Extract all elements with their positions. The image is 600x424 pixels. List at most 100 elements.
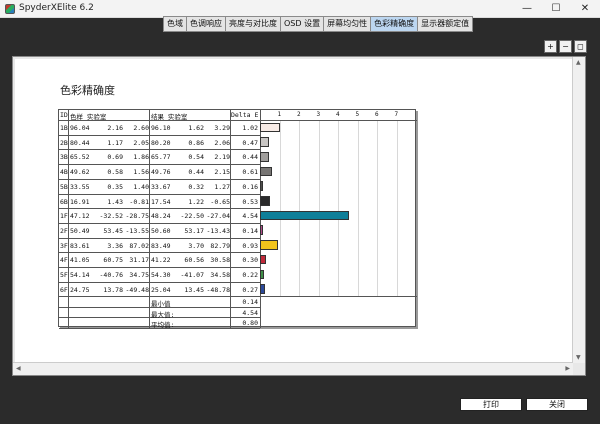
chart-tick-label: 7 <box>394 111 399 118</box>
result-lab-value: 49.76 <box>151 168 171 177</box>
delta-e-bar <box>260 225 263 236</box>
zoom-out-icon: − <box>562 42 569 51</box>
row-divider <box>59 149 260 151</box>
report-tabs: 色域 色调响应 亮度与对比度 OSD 设置 屏幕均匀性 色彩精确度 显示器额定值 <box>163 16 474 32</box>
result-lab-value: 0.32 <box>188 182 204 191</box>
print-button[interactable]: 打印 <box>460 398 522 411</box>
tab-2[interactable]: 亮度与对比度 <box>225 16 280 32</box>
result-lab-value: 0.44 <box>188 168 204 177</box>
result-lab-value: 30.58 <box>210 256 230 265</box>
row-id: 4F <box>60 256 68 265</box>
result-lab-value: -27.04 <box>206 212 230 221</box>
header-divider <box>59 120 417 121</box>
scroll-down-icon[interactable]: ▼ <box>576 354 581 361</box>
delta-e-value: 4.54 <box>242 212 258 221</box>
scroll-left-icon[interactable]: ◀ <box>16 365 21 372</box>
row-id: 5F <box>60 271 68 279</box>
result-lab-value: 25.04 <box>151 285 171 294</box>
chart-tick-label: 4 <box>336 111 340 118</box>
chart-grid-line <box>396 120 398 297</box>
result-lab-value: -0.65 <box>210 197 230 206</box>
summary-label: 最大值: <box>151 310 175 319</box>
result-lab-value: -48.78 <box>206 285 230 294</box>
delta-e-bar <box>260 137 270 147</box>
zoom-fit-button[interactable]: ◻ <box>574 40 587 53</box>
chart-tick-label: 1 <box>277 111 282 118</box>
result-lab-value: 80.20 <box>151 138 171 147</box>
row-divider <box>59 178 260 180</box>
result-lab-value: 2.15 <box>214 168 230 177</box>
scroll-up-icon[interactable]: ▲ <box>576 59 581 66</box>
ref-lab-value: 0.69 <box>107 153 123 162</box>
ref-lab-value: 53.45 <box>103 226 123 235</box>
minimize-button[interactable]: — <box>513 0 541 18</box>
result-lab-value: 17.54 <box>151 197 171 206</box>
horizontal-scrollbar[interactable]: ◀ ▶ <box>13 362 573 375</box>
row-id: 2F <box>60 226 68 235</box>
ref-lab-value: -0.81 <box>129 197 149 206</box>
delta-e-bar <box>260 166 272 177</box>
ref-lab-value: 83.61 <box>70 241 90 250</box>
delta-e-bar <box>260 151 269 162</box>
result-lab-value: 2.19 <box>214 153 230 162</box>
vertical-scrollbar[interactable]: ▲ ▼ <box>572 57 585 363</box>
ref-lab-value: 60.75 <box>103 256 123 265</box>
result-lab-value: 54.30 <box>151 271 171 279</box>
ref-lab-value: 49.62 <box>70 168 90 177</box>
tab-5[interactable]: 色彩精确度 <box>370 16 418 32</box>
zoom-in-button[interactable]: + <box>544 40 557 53</box>
chart-grid-line <box>357 120 359 297</box>
delta-e-value: 1.02 <box>242 124 258 132</box>
tab-4[interactable]: 屏幕均匀性 <box>323 16 371 32</box>
chart-grid-line <box>338 120 339 297</box>
report-page: 色彩精确度 1 2 3 4 5 6 7 ID 色样 实验室 结果 实验室 Delta E 1B 96.0… <box>15 59 572 362</box>
close-button[interactable]: 关闭 <box>526 398 588 411</box>
delta-e-bar <box>260 269 265 280</box>
result-lab-value: -13.43 <box>206 226 230 235</box>
scroll-right-icon[interactable]: ▶ <box>565 365 570 372</box>
tab-3[interactable]: OSD 设置 <box>280 16 324 32</box>
ref-lab-value: 3.36 <box>107 241 123 250</box>
zoom-out-button[interactable]: − <box>559 40 572 53</box>
ref-lab-value: 50.49 <box>70 226 90 235</box>
chart-grid-line <box>299 120 300 297</box>
delta-e-bar <box>260 196 271 206</box>
row-divider <box>59 193 260 195</box>
ref-lab-value: 1.17 <box>107 138 123 147</box>
row-divider <box>59 281 260 283</box>
result-lab-value: 33.67 <box>151 182 171 191</box>
app-logo-icon <box>5 4 15 14</box>
chart-grid-line <box>377 120 378 297</box>
delta-e-bar <box>260 181 264 191</box>
result-lab-value: 96.10 <box>151 124 171 132</box>
ref-lab-value: 47.12 <box>70 212 90 221</box>
result-lab-value: 82.79 <box>210 241 230 250</box>
delta-e-value: 0.93 <box>242 241 258 250</box>
header-delta-e: Delta E <box>231 111 259 119</box>
tab-6[interactable]: 显示器额定值 <box>417 16 474 32</box>
row-id: 1B <box>60 124 68 132</box>
ref-lab-value: -32.52 <box>99 212 123 221</box>
result-lab-value: 3.29 <box>214 124 230 132</box>
ref-lab-value: 1.86 <box>133 153 149 162</box>
row-id: 3B <box>60 153 68 162</box>
ref-lab-value: 2.16 <box>107 124 123 132</box>
row-divider <box>59 208 260 210</box>
report-title: 色彩精确度 <box>60 84 115 97</box>
ref-lab-value: -28.75 <box>125 212 149 221</box>
ref-lab-value: 0.58 <box>107 168 123 177</box>
delta-e-value: 0.30 <box>242 256 258 265</box>
result-lab-value: 41.22 <box>151 256 171 265</box>
row-divider <box>59 134 260 136</box>
close-window-button[interactable]: ✕ <box>571 0 599 18</box>
ref-lab-value: -49.48 <box>125 285 149 294</box>
ref-lab-value: 87.02 <box>129 241 149 250</box>
result-lab-value: 13.45 <box>184 285 204 294</box>
ref-lab-value: 13.78 <box>103 285 123 294</box>
ref-lab-value: 41.05 <box>70 256 90 265</box>
result-lab-value: 0.54 <box>188 153 204 162</box>
tab-0[interactable]: 色域 <box>163 16 186 32</box>
maximize-button[interactable]: ☐ <box>542 0 570 18</box>
row-divider <box>59 237 260 239</box>
tab-1[interactable]: 色调响应 <box>186 16 225 32</box>
